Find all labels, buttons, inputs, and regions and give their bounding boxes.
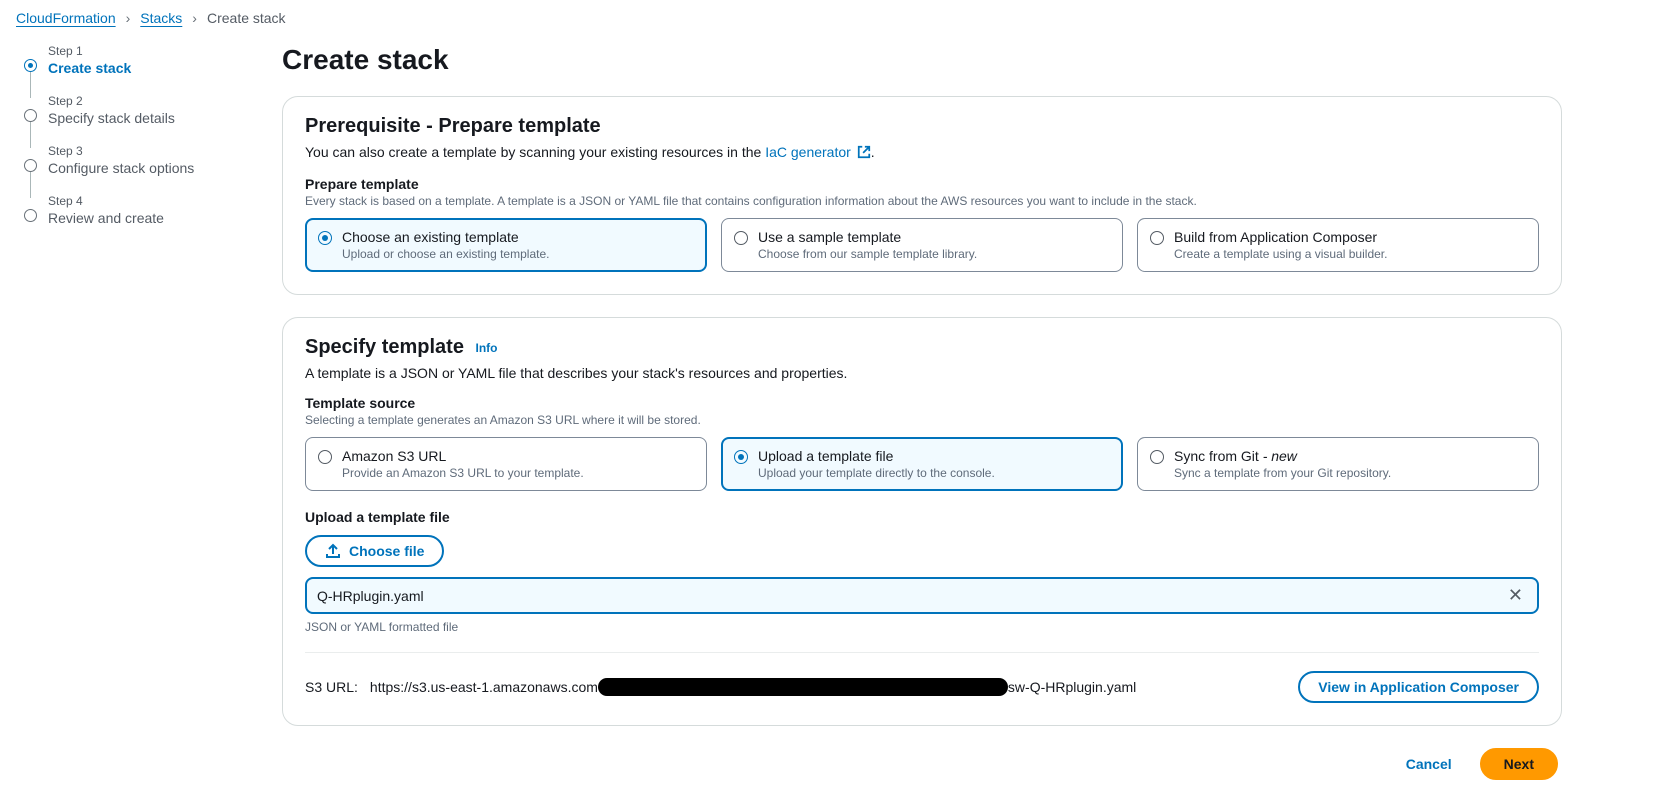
step-4[interactable]: Step 4 Review and create — [24, 194, 246, 244]
option-desc: Upload your template directly to the con… — [758, 466, 995, 480]
specify-template-panel: Specify template Info A template is a JS… — [282, 317, 1562, 726]
iac-generator-link[interactable]: IaC generator — [765, 144, 871, 160]
radio-icon — [1150, 231, 1164, 245]
clear-file-button[interactable]: ✕ — [1504, 585, 1527, 606]
specify-heading: Specify template Info — [305, 336, 1539, 359]
new-badge: - new — [1263, 448, 1297, 464]
uploaded-file-field: Q-HRplugin.yaml ✕ — [305, 577, 1539, 614]
step-number: Step 2 — [48, 94, 246, 108]
step-1[interactable]: Step 1 Create stack — [24, 44, 246, 94]
template-source-help: Selecting a template generates an Amazon… — [305, 413, 1539, 427]
option-desc: Sync a template from your Git repository… — [1174, 466, 1391, 480]
option-s3-url[interactable]: Amazon S3 URL Provide an Amazon S3 URL t… — [305, 437, 707, 491]
option-title: Amazon S3 URL — [342, 448, 584, 464]
breadcrumb-current: Create stack — [207, 10, 286, 26]
option-title: Upload a template file — [758, 448, 995, 464]
prepare-template-label: Prepare template — [305, 176, 1539, 192]
info-link[interactable]: Info — [476, 341, 498, 355]
uploaded-filename: Q-HRplugin.yaml — [317, 588, 1504, 604]
prereq-subtitle-post: . — [871, 144, 875, 160]
option-desc: Provide an Amazon S3 URL to your templat… — [342, 466, 584, 480]
step-title: Specify stack details — [48, 110, 246, 126]
wizard-footer: Cancel Next — [282, 748, 1562, 780]
step-title: Review and create — [48, 210, 246, 226]
page-title: Create stack — [282, 44, 1562, 76]
step-title: Configure stack options — [48, 160, 246, 176]
template-source-label: Template source — [305, 395, 1539, 411]
breadcrumb-cloudformation[interactable]: CloudFormation — [16, 10, 116, 26]
step-2[interactable]: Step 2 Specify stack details — [24, 94, 246, 144]
option-desc: Upload or choose an existing template. — [342, 247, 549, 261]
option-upload-file[interactable]: Upload a template file Upload your templ… — [721, 437, 1123, 491]
step-indicator-icon — [24, 109, 37, 122]
chevron-right-icon: › — [126, 10, 131, 26]
chevron-right-icon: › — [192, 10, 197, 26]
specify-subtitle: A template is a JSON or YAML file that d… — [305, 365, 1539, 381]
step-indicator-icon — [24, 59, 37, 72]
radio-icon — [318, 231, 332, 245]
option-sample-template[interactable]: Use a sample template Choose from our sa… — [721, 218, 1123, 272]
step-title: Create stack — [48, 60, 246, 76]
option-title: Use a sample template — [758, 229, 977, 245]
step-indicator-icon — [24, 159, 37, 172]
radio-icon — [318, 450, 332, 464]
redacted-segment — [598, 678, 1008, 696]
template-source-options: Amazon S3 URL Provide an Amazon S3 URL t… — [305, 437, 1539, 491]
wizard-stepper: Step 1 Create stack Step 2 Specify stack… — [16, 44, 246, 244]
prereq-subtitle-pre: You can also create a template by scanni… — [305, 144, 765, 160]
option-application-composer[interactable]: Build from Application Composer Create a… — [1137, 218, 1539, 272]
upload-label: Upload a template file — [305, 509, 1539, 525]
step-3[interactable]: Step 3 Configure stack options — [24, 144, 246, 194]
breadcrumb-stacks[interactable]: Stacks — [140, 10, 182, 26]
s3-url-value: https://s3.us-east-1.amazonaws.comsw-Q-H… — [370, 678, 1136, 696]
radio-icon — [734, 231, 748, 245]
upload-section: Upload a template file Choose file Q-HRp… — [305, 509, 1539, 634]
view-in-composer-button[interactable]: View in Application Composer — [1298, 671, 1539, 703]
s3-url-label: S3 URL: — [305, 679, 358, 695]
radio-icon — [1150, 450, 1164, 464]
option-title: Build from Application Composer — [1174, 229, 1387, 245]
next-button[interactable]: Next — [1480, 748, 1558, 780]
main-content: Create stack Prerequisite - Prepare temp… — [282, 44, 1562, 780]
option-desc: Create a template using a visual builder… — [1174, 247, 1387, 261]
prereq-subtitle: You can also create a template by scanni… — [305, 144, 1539, 162]
file-format-help: JSON or YAML formatted file — [305, 620, 1539, 634]
prerequisite-panel: Prerequisite - Prepare template You can … — [282, 96, 1562, 295]
step-number: Step 1 — [48, 44, 246, 58]
cancel-button[interactable]: Cancel — [1394, 748, 1464, 780]
option-sync-git[interactable]: Sync from Git - new Sync a template from… — [1137, 437, 1539, 491]
prepare-template-options: Choose an existing template Upload or ch… — [305, 218, 1539, 272]
step-number: Step 4 — [48, 194, 246, 208]
breadcrumb: CloudFormation › Stacks › Create stack — [16, 10, 1642, 26]
step-number: Step 3 — [48, 144, 246, 158]
s3-url-row: S3 URL: https://s3.us-east-1.amazonaws.c… — [305, 652, 1539, 703]
option-desc: Choose from our sample template library. — [758, 247, 977, 261]
external-link-icon — [857, 145, 871, 162]
prereq-heading: Prerequisite - Prepare template — [305, 115, 1539, 138]
option-title: Sync from Git - new — [1174, 448, 1391, 464]
upload-icon — [325, 543, 341, 559]
step-indicator-icon — [24, 209, 37, 222]
prepare-template-help: Every stack is based on a template. A te… — [305, 194, 1539, 208]
radio-icon — [734, 450, 748, 464]
option-existing-template[interactable]: Choose an existing template Upload or ch… — [305, 218, 707, 272]
choose-file-button[interactable]: Choose file — [305, 535, 444, 567]
option-title: Choose an existing template — [342, 229, 549, 245]
